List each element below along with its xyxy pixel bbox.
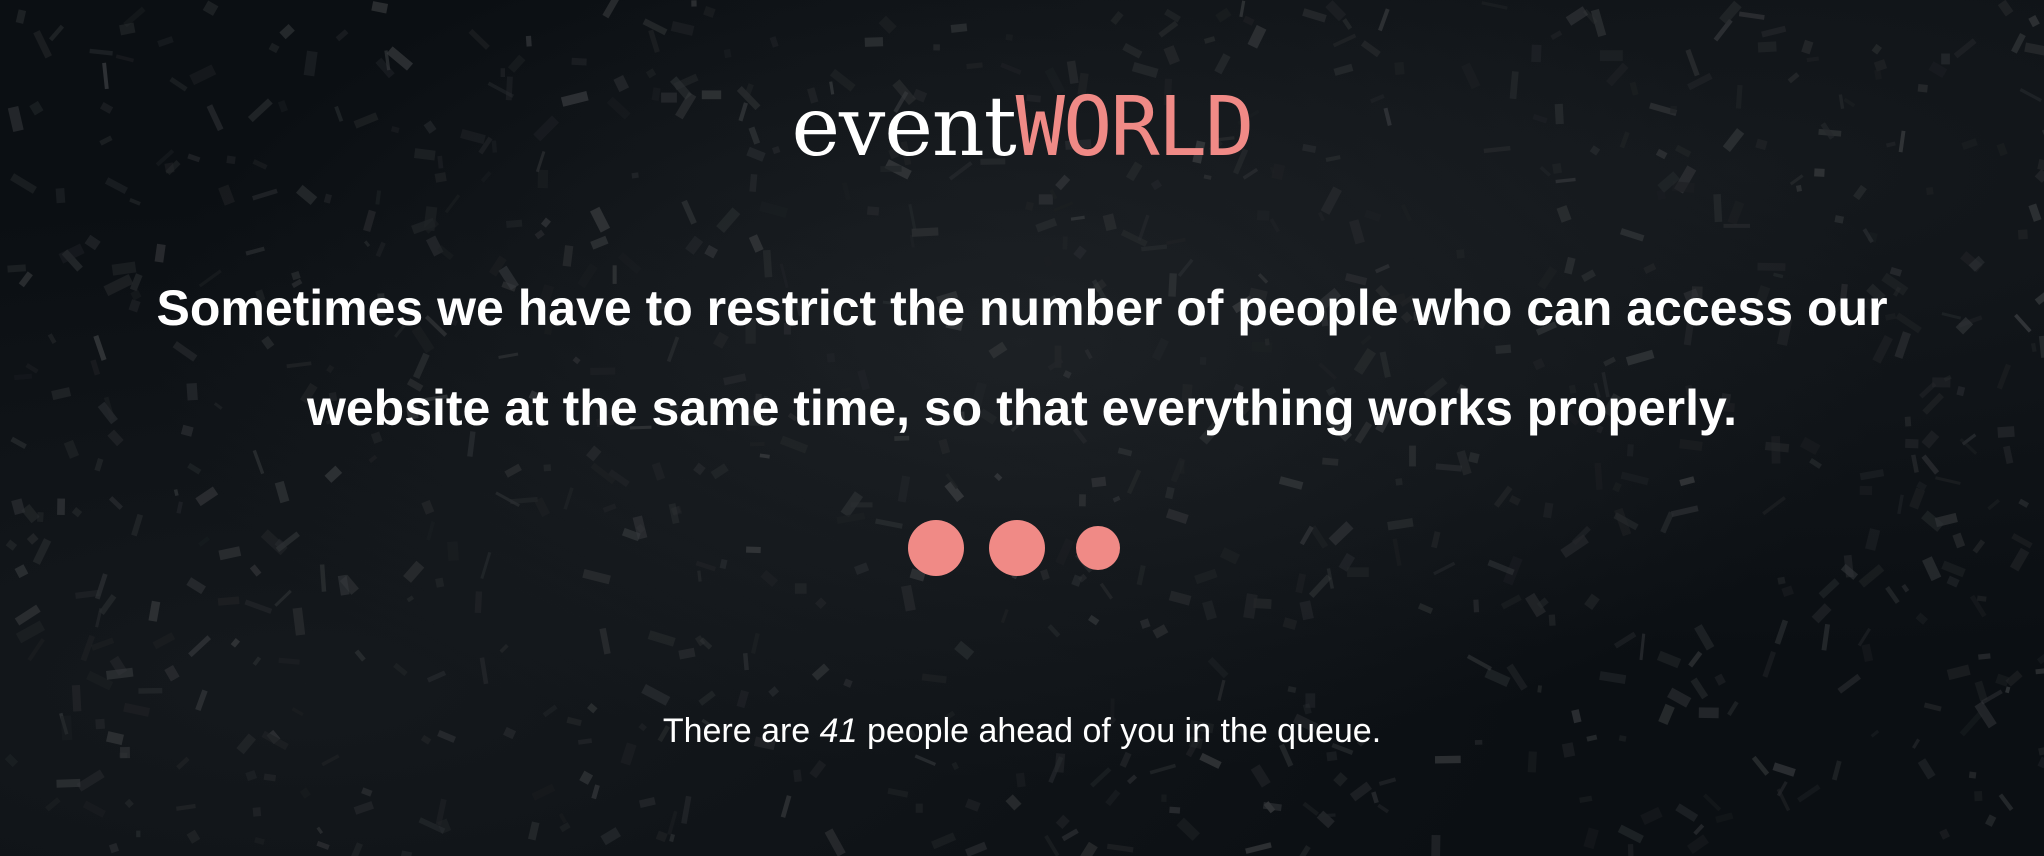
loading-dots-icon (0, 518, 2044, 578)
queue-explanation-line-1: Sometimes we have to restrict the number… (156, 280, 1888, 336)
queue-page: eventWORLD Sometimes we have to restrict… (0, 0, 2044, 856)
queue-status-suffix: people ahead of you in the queue. (857, 712, 1382, 750)
loading-dot (908, 520, 964, 576)
logo-world-text: WORLD (1015, 80, 1255, 175)
loading-dot (1076, 526, 1120, 570)
loading-dot (989, 520, 1045, 576)
queue-position-count: 41 (819, 712, 858, 750)
logo-event-text: event (791, 80, 1017, 175)
queue-explanation-line-2: website at the same time, so that everyt… (306, 380, 1738, 436)
queue-explanation: Sometimes we have to restrict the number… (90, 258, 1954, 458)
queue-status: There are 41 people ahead of you in the … (0, 706, 2044, 756)
eventworld-logo: eventWORLD (0, 78, 2044, 178)
queue-status-prefix: There are (662, 712, 820, 750)
